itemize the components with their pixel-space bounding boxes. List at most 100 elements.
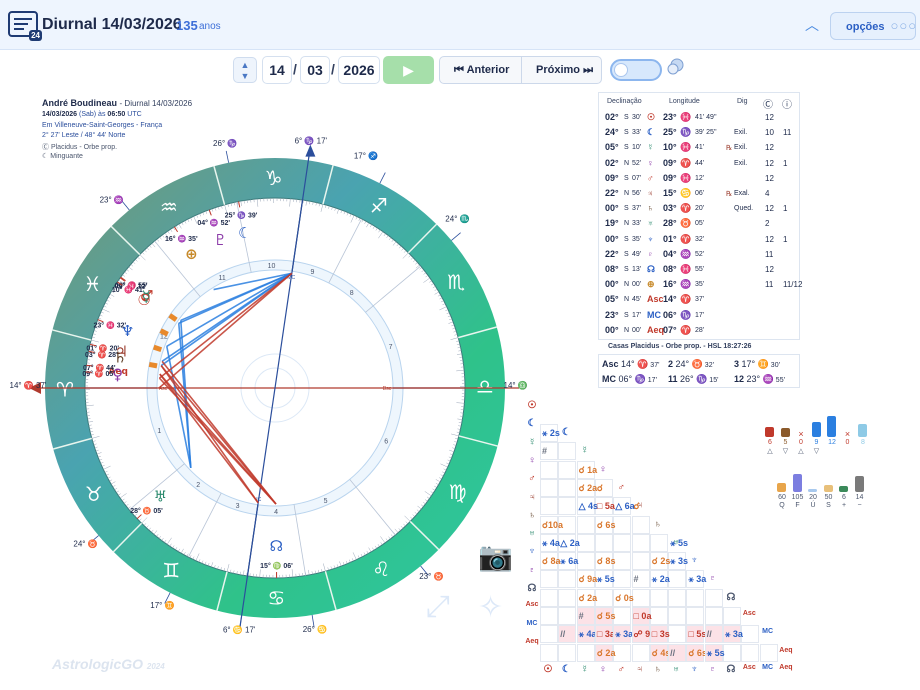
decl-minutes: 35' — [632, 235, 642, 243]
cusp-tick — [225, 150, 230, 163]
sign-glyph-icon: ♓ — [680, 112, 692, 122]
planet-glyph-icon: ♆ — [647, 233, 654, 244]
date-stepper[interactable]: ▲ ▼ — [233, 57, 257, 83]
longitude-minutes: 17' — [695, 311, 705, 319]
stellium-marker — [152, 344, 163, 353]
sign-glyph-icon: ♉ — [85, 482, 103, 506]
aspect-cell — [759, 643, 778, 662]
element-value: 5 — [783, 439, 788, 446]
element-value: 0 — [799, 439, 803, 446]
longitude-minutes: 55' — [695, 266, 705, 273]
aspect-label: □ 3a — [596, 629, 615, 640]
play-button[interactable]: ▶ — [383, 56, 434, 84]
month-input[interactable]: 03 — [300, 56, 330, 84]
next-button[interactable]: Próximo ⏭ — [522, 57, 602, 83]
house-number: 4 — [274, 509, 278, 516]
aspect-label: ⚹ 2s — [542, 428, 560, 438]
col-glyph-icon: ♇ — [708, 664, 717, 676]
planet-degree: 16° ♒ 35' — [165, 234, 198, 243]
element-bar — [827, 416, 836, 437]
house-degree: 26° — [677, 374, 697, 384]
sign-glyph-icon: ♊ — [757, 359, 769, 369]
planet-degree: 25° ♑ 39' — [225, 210, 258, 219]
house-number: 7 — [389, 344, 393, 351]
house-number: 6 — [384, 439, 388, 446]
planet-glyph-icon: MC — [647, 309, 661, 320]
house-column-1: 12 — [765, 143, 774, 153]
aspect-cell — [613, 570, 632, 589]
animation-toggle[interactable] — [610, 59, 662, 81]
element-bar — [780, 428, 790, 437]
date-separator: / — [331, 61, 335, 77]
modality-bar — [854, 475, 864, 492]
house-cell: Asc 14° ♈ 37' — [602, 359, 659, 370]
aspect-label: ⚹ 2a — [651, 574, 670, 585]
decl-minutes: 56' — [632, 190, 642, 197]
decl-degree: 02° — [605, 157, 619, 168]
aspect-label: ☌ 2a — [578, 482, 598, 493]
aspect-label: ☌ 0s — [615, 592, 634, 603]
decl-direction: S — [624, 250, 629, 258]
decl-direction: S — [624, 235, 629, 243]
house-column-1: 2 — [765, 219, 770, 229]
aspect-cell — [540, 478, 558, 497]
modality-bar — [777, 483, 786, 492]
house-degree: 23° — [744, 374, 763, 384]
aspect-cell — [558, 570, 577, 589]
position-row: 22° S 49' ♇ 04° ♒ 52' 11 — [599, 248, 801, 263]
previous-button[interactable]: ⏮ Anterior — [440, 57, 522, 83]
collapse-chevron-up-icon[interactable]: ︿ — [801, 14, 823, 36]
aspect-cell — [649, 588, 668, 607]
camera-icon[interactable]: 📷 — [478, 540, 513, 573]
day-input[interactable]: 14 — [262, 56, 292, 84]
aspect-label: □ 5a — [596, 501, 615, 512]
expand-arrows-icon[interactable]: ⤢ — [426, 590, 450, 624]
aspect-cell — [576, 552, 595, 571]
year-input[interactable]: 2026 — [338, 56, 380, 84]
aspect-label: ⚹ 5s — [670, 537, 689, 548]
astro-wheel[interactable]: ♈♉♊♋♌♍♎♏♐♑♒♓123456789101112 Asc DscMCIC14… — [0, 90, 530, 650]
page-title: Diurnal 14/03/2026 — [42, 16, 182, 33]
cusp-degree-label: 24° ♉ — [73, 538, 97, 548]
house-number: 11 — [218, 275, 225, 282]
decl-direction: N — [624, 190, 630, 197]
col-glyph-icon: ♅ — [672, 664, 680, 676]
planet-glyph-icon: ☾ — [238, 224, 251, 242]
longitude-degree: 01° — [663, 233, 677, 244]
aspect-cell — [540, 607, 558, 625]
settings-circles-icon[interactable] — [666, 58, 684, 76]
cusp-degree-label: 6° ♋ 17' — [223, 624, 256, 634]
position-row: 02° S 30' ☉ 23° ♓ 41' 49'' 12 — [599, 111, 801, 126]
info-circle-icon: ⓘ — [782, 100, 792, 111]
previous-label: Anterior — [466, 64, 510, 76]
col-glyph-icon: ♄ — [654, 664, 662, 676]
planet-glyph-icon: ♄ — [647, 203, 654, 214]
nav-group: ⏮ Anterior Próximo ⏭ — [439, 56, 602, 84]
sign-glyph-icon: ♈ — [680, 324, 692, 335]
aspect-label: ☌10a — [542, 519, 564, 530]
planet-tick — [86, 364, 93, 367]
modality-symbol: F — [795, 502, 800, 509]
aspect-cell — [613, 533, 632, 552]
planet-positions-table: Declinação Longitude Dig Ⓒ ⓘ 02° S 30' ☉ 23°… — [598, 92, 802, 340]
sign-glyph-icon: ♍ — [449, 480, 467, 504]
sign-glyph-icon: ♒ — [680, 248, 692, 259]
longitude-minutes: 39' 25'' — [695, 129, 717, 137]
aspect-cell — [686, 607, 705, 625]
house-column-1: 12 — [765, 173, 774, 183]
more-dots-icon: ○○○ — [890, 18, 918, 33]
long-header: Longitude — [669, 98, 700, 105]
aspect-label: ⚹ 5s — [706, 647, 725, 658]
diagonal-glyph-icon: ♇ — [708, 573, 717, 585]
options-button[interactable]: opções ○○○ — [830, 12, 916, 40]
aspect-label: ☌ — [596, 482, 603, 493]
row-glyph-icon: ☾ — [527, 418, 537, 430]
sparkle-icon[interactable]: ✧ — [478, 590, 503, 625]
aspect-cell — [631, 588, 650, 607]
app-logo-icon[interactable]: 24 — [8, 11, 42, 41]
house-cell: MC 06° ♑ 17' — [602, 374, 657, 385]
decl-degree: 00° — [605, 324, 619, 335]
sign-glyph-icon: ♉ — [691, 359, 703, 369]
aspect-label: □ 0a — [633, 611, 652, 621]
decl-degree: 00° — [605, 279, 619, 290]
